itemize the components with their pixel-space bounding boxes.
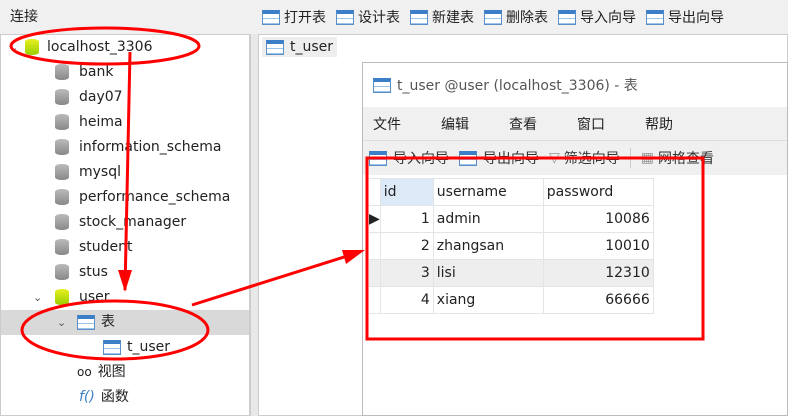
delete-table-button[interactable]: 删除表 (484, 7, 548, 27)
design-table-icon (336, 9, 354, 25)
tree-db[interactable]: student (1, 235, 249, 260)
database-icon (55, 289, 69, 305)
table-icon (77, 314, 95, 330)
database-icon (55, 164, 69, 180)
database-icon (55, 89, 69, 105)
main-toolbar: 打开表 设计表 新建表 删除表 导入向导 导出向导 (258, 0, 788, 34)
chevron-down-icon[interactable]: ⌄ (9, 35, 25, 60)
grid-header: id username password (369, 178, 654, 206)
new-table-button[interactable]: 新建表 (410, 7, 474, 27)
data-grid: id username password ▶ 1 admin 10086 2 zhangsa… (369, 178, 654, 314)
import-icon (558, 9, 576, 25)
tree-functions[interactable]: f() 函数 (1, 385, 249, 410)
tree-db[interactable]: heima (1, 110, 249, 135)
function-icon: f() (79, 389, 95, 405)
window-title-bar[interactable]: t_user @user (localhost_3306) - 表 (363, 63, 787, 107)
import-wizard-button[interactable]: 导入向导 (558, 7, 636, 27)
connection-tree: ⌄ localhost_3306 bank day07 heima informa… (0, 34, 250, 416)
tree-db[interactable]: day07 (1, 85, 249, 110)
table-row[interactable]: 2 zhangsan 10010 (369, 232, 654, 260)
delete-table-icon (484, 9, 502, 25)
menu-view[interactable]: 查看 (509, 114, 537, 134)
tree-db[interactable]: information_schema (1, 135, 249, 160)
tree-db[interactable]: performance_schema (1, 185, 249, 210)
database-icon (55, 139, 69, 155)
tree-db[interactable]: stus (1, 260, 249, 285)
design-table-button[interactable]: 设计表 (336, 7, 400, 27)
table-window: t_user @user (localhost_3306) - 表 文件 编辑 … (362, 62, 788, 416)
open-table-button[interactable]: 打开表 (262, 7, 326, 27)
tree-db-user[interactable]: ⌄ user (1, 285, 249, 310)
column-password[interactable]: password (542, 178, 654, 206)
table-icon (262, 9, 280, 25)
menu-window[interactable]: 窗口 (577, 114, 605, 134)
grid-view-button[interactable]: ▦ 网格查看 (629, 148, 714, 168)
table-row[interactable]: 3 lisi 12310 (369, 259, 654, 287)
tree-tables[interactable]: ⌄ 表 (1, 310, 249, 335)
tree-db[interactable]: bank (1, 60, 249, 85)
database-icon (55, 214, 69, 230)
menu-file[interactable]: 文件 (373, 114, 401, 134)
glasses-icon: oo (77, 365, 92, 379)
table-row[interactable]: 4 xiang 66666 (369, 286, 654, 314)
export-wizard-button[interactable]: 导出向导 (459, 148, 539, 168)
export-wizard-button[interactable]: 导出向导 (646, 7, 724, 27)
menu-help[interactable]: 帮助 (645, 114, 673, 134)
connections-header: 连接 (10, 9, 38, 25)
tree-views[interactable]: oo 视图 (1, 360, 249, 385)
column-id[interactable]: id (379, 178, 434, 206)
column-username[interactable]: username (432, 178, 544, 206)
table-icon (373, 77, 391, 93)
database-icon (55, 189, 69, 205)
object-t-user[interactable]: t_user (262, 37, 338, 57)
menu-bar: 文件 编辑 查看 窗口 帮助 (363, 107, 787, 141)
row-indicator-icon: ▶ (369, 205, 381, 233)
new-table-icon (410, 9, 428, 25)
database-icon (55, 64, 69, 80)
tree-db[interactable]: stock_manager (1, 210, 249, 235)
import-wizard-button[interactable]: 导入向导 (369, 148, 449, 168)
connection-icon (25, 39, 39, 55)
database-icon (55, 114, 69, 130)
tree-connection[interactable]: ⌄ localhost_3306 (1, 35, 249, 60)
export-icon (459, 150, 477, 166)
table-icon (103, 339, 121, 355)
export-icon (646, 9, 664, 25)
database-icon (55, 239, 69, 255)
tree-scrollbar[interactable] (250, 34, 258, 416)
chevron-down-icon[interactable]: ⌄ (57, 310, 77, 335)
grid-icon: ▦ (640, 150, 655, 166)
chevron-down-icon[interactable]: ⌄ (33, 285, 55, 310)
table-icon (266, 39, 284, 55)
table-row[interactable]: ▶ 1 admin 10086 (369, 205, 654, 233)
database-icon (55, 264, 69, 280)
filter-wizard-button[interactable]: ▽ 筛选向导 (549, 148, 620, 168)
import-icon (369, 150, 387, 166)
tree-table-t-user[interactable]: t_user (1, 335, 249, 360)
filter-icon: ▽ (549, 150, 560, 166)
menu-edit[interactable]: 编辑 (441, 114, 469, 134)
tree-db[interactable]: mysql (1, 160, 249, 185)
window-toolbar: 导入向导 导出向导 ▽ 筛选向导 ▦ 网格查看 (363, 141, 787, 175)
